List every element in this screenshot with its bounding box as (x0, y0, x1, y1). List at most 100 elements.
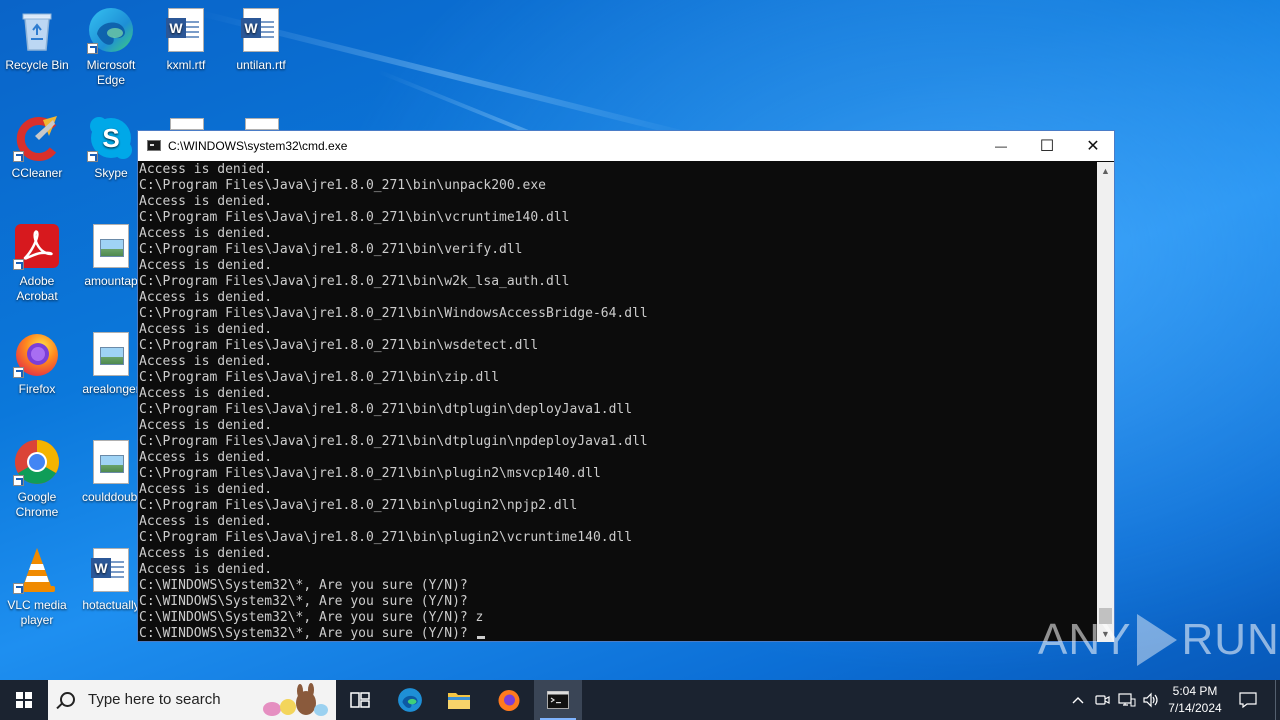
console-line-text: Access is denied. (139, 322, 273, 337)
tray-volume-button[interactable] (1140, 680, 1162, 720)
console-line-text: Access is denied. (139, 514, 273, 529)
skype-icon: S (87, 114, 135, 162)
text-cursor (476, 636, 485, 639)
console-line: Access is denied. (139, 482, 1098, 498)
console-line: C:\Program Files\Java\jre1.8.0_271\bin\w… (139, 338, 1098, 354)
clock-time: 5:04 PM (1172, 684, 1218, 698)
console-output[interactable]: Access is denied. C:\Program Files\Java\j… (138, 162, 1098, 642)
console-line-text: Access is denied. (139, 562, 273, 577)
edge-icon (398, 688, 422, 712)
task-view-icon (350, 692, 370, 708)
shortcut-arrow-icon (87, 43, 98, 54)
tray-show-hidden-button[interactable] (1068, 680, 1088, 720)
console-line: Access is denied. (139, 562, 1098, 578)
show-desktop-button[interactable] (1275, 680, 1280, 720)
desktop-icon-kxml-rtf[interactable]: W kxml.rtf (149, 6, 223, 73)
console-line-text: Access is denied. (139, 290, 273, 305)
desktop-icon-vlc-media-player[interactable]: VLC media player (0, 546, 74, 628)
desktop-icon-recycle-bin[interactable]: Recycle Bin (0, 6, 74, 73)
shortcut-arrow-icon (13, 475, 24, 486)
console-line: Access is denied. (139, 546, 1098, 562)
desktop-icon-label: CCleaner (11, 166, 63, 180)
desktop-icon-label: Google Chrome (15, 490, 59, 519)
network-icon (1118, 693, 1136, 707)
scroll-up-button[interactable]: ▲ (1097, 162, 1114, 179)
desktop-icon-label: Adobe Acrobat (16, 274, 58, 303)
taskbar-cmd-button[interactable] (534, 680, 582, 720)
watermark-text-right: RUN (1181, 615, 1280, 664)
taskbar-search-box[interactable]: Type here to search (48, 680, 336, 720)
console-line: Access is denied. (139, 322, 1098, 338)
console-line: Access is denied. (139, 226, 1098, 242)
vlc-icon (13, 546, 61, 594)
console-line-text: Access is denied. (139, 194, 273, 209)
start-button[interactable] (0, 680, 48, 720)
console-line-text: Access is denied. (139, 162, 273, 177)
taskbar-file-explorer-button[interactable] (435, 680, 483, 720)
desktop-icon-label: Microsoft Edge (86, 58, 136, 87)
close-button[interactable]: ✕ (1070, 131, 1116, 161)
watermark-text-left: ANY (1038, 615, 1132, 664)
maximize-icon: ☐ (1039, 138, 1055, 155)
taskbar-firefox-button[interactable] (485, 680, 533, 720)
cmd-window[interactable]: C:\WINDOWS\system32\cmd.exe — ☐ ✕ Access… (137, 130, 1115, 642)
firefox-icon (498, 690, 520, 711)
console-line: C:\Program Files\Java\jre1.8.0_271\bin\p… (139, 498, 1098, 514)
console-line-text: Access is denied. (139, 546, 273, 561)
console-line-text: C:\Program Files\Java\jre1.8.0_271\bin\p… (139, 466, 601, 481)
clock-date: 7/14/2024 (1168, 701, 1222, 715)
desktop-icon-untilan-rtf[interactable]: W untilan.rtf (224, 6, 298, 73)
console-line-text: Access is denied. (139, 418, 273, 433)
console-line-text: C:\WINDOWS\System32\*, Are you sure (Y/N… (139, 578, 468, 593)
task-view-button[interactable] (336, 680, 384, 720)
console-line: C:\Program Files\Java\jre1.8.0_271\bin\d… (139, 434, 1098, 450)
desktop-icon-label: kxml.rtf (166, 58, 206, 72)
console-line: C:\Program Files\Java\jre1.8.0_271\bin\p… (139, 466, 1098, 482)
firefox-icon (13, 330, 61, 378)
taskbar-clock[interactable]: 5:04 PM 7/14/2024 (1162, 683, 1228, 717)
desktop-icon-ccleaner[interactable]: CCleaner (0, 114, 74, 181)
word-document-icon: W (162, 6, 210, 54)
console-line-text: C:\Program Files\Java\jre1.8.0_271\bin\z… (139, 370, 500, 385)
console-line-text: C:\Program Files\Java\jre1.8.0_271\bin\d… (139, 402, 633, 417)
chrome-icon (13, 438, 61, 486)
console-line: C:\Program Files\Java\jre1.8.0_271\bin\p… (139, 530, 1098, 546)
console-line: C:\WINDOWS\System32\*, Are you sure (Y/N… (139, 578, 1098, 594)
desktop-icon-google-chrome[interactable]: Google Chrome (0, 438, 74, 520)
word-document-icon: W (87, 546, 135, 594)
console-line: C:\Program Files\Java\jre1.8.0_271\bin\d… (139, 402, 1098, 418)
volume-icon (1143, 692, 1158, 708)
console-line-text: Access is denied. (139, 482, 273, 497)
shortcut-arrow-icon (13, 259, 24, 270)
desktop-icon-microsoft-edge[interactable]: Microsoft Edge (74, 6, 148, 88)
console-line-text: C:\Program Files\Java\jre1.8.0_271\bin\v… (139, 210, 570, 225)
minimize-icon: — (995, 139, 1007, 153)
tray-meet-button[interactable] (1092, 680, 1112, 720)
vertical-scrollbar[interactable]: ▲ ▼ (1097, 162, 1114, 642)
shortcut-arrow-icon (87, 151, 98, 162)
minimize-button[interactable]: — (978, 131, 1024, 161)
shortcut-arrow-icon (13, 151, 24, 162)
tray-network-button[interactable] (1116, 680, 1138, 720)
window-titlebar[interactable]: C:\WINDOWS\system32\cmd.exe — ☐ ✕ (138, 131, 1114, 161)
console-line: Access is denied. (139, 194, 1098, 210)
console-line: Access is denied. (139, 162, 1098, 178)
console-line-text: Access is denied. (139, 226, 273, 241)
image-document-icon (87, 222, 135, 270)
console-line: C:\Program Files\Java\jre1.8.0_271\bin\v… (139, 210, 1098, 226)
console-line-text: Access is denied. (139, 258, 273, 273)
console-line-text: C:\Program Files\Java\jre1.8.0_271\bin\v… (139, 242, 523, 257)
console-line: C:\Program Files\Java\jre1.8.0_271\bin\w… (139, 274, 1098, 290)
taskbar-edge-button[interactable] (386, 680, 434, 720)
console-line-text: C:\Program Files\Java\jre1.8.0_271\bin\p… (139, 530, 633, 545)
action-center-button[interactable] (1234, 680, 1262, 720)
console-line-text: Access is denied. (139, 450, 273, 465)
desktop-icon-firefox[interactable]: Firefox (0, 330, 74, 397)
maximize-button[interactable]: ☐ (1024, 131, 1070, 161)
meet-now-icon (1095, 695, 1110, 705)
console-line-text: C:\Program Files\Java\jre1.8.0_271\bin\W… (139, 306, 648, 321)
console-line: Access is denied. (139, 418, 1098, 434)
desktop-icon-adobe-acrobat[interactable]: Adobe Acrobat (0, 222, 74, 304)
window-title: C:\WINDOWS\system32\cmd.exe (168, 139, 348, 153)
search-icon (60, 692, 75, 707)
